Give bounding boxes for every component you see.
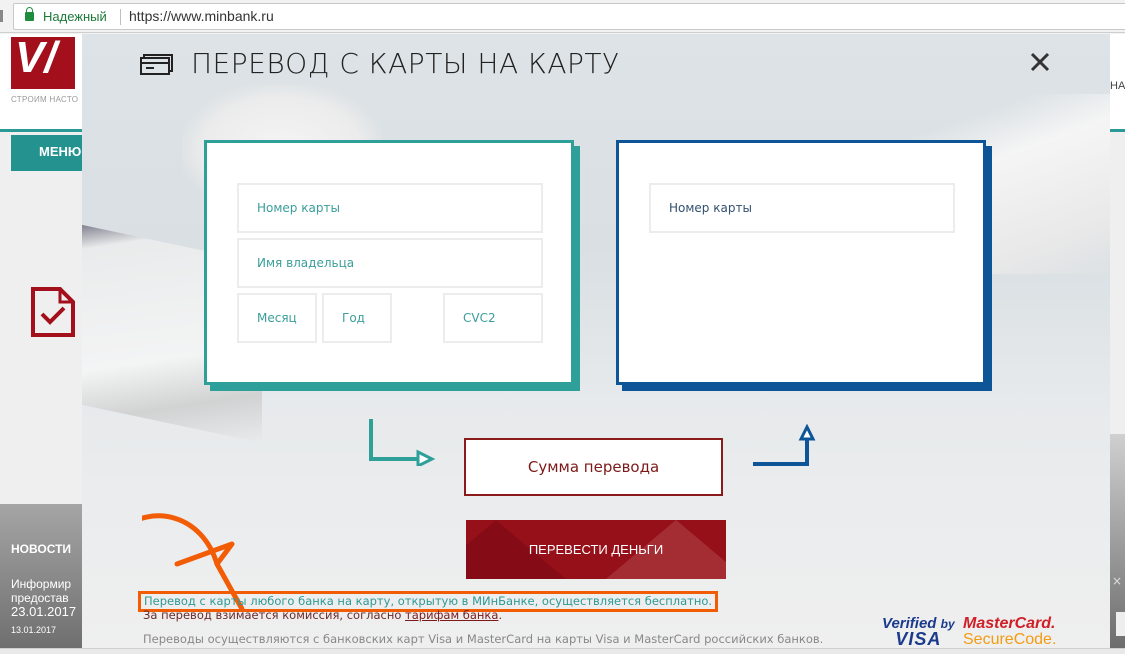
transfer-amount-input[interactable]: Сумма перевода (464, 438, 723, 496)
side-button[interactable] (1116, 612, 1125, 636)
recipient-card-panel: Номер карты (616, 140, 986, 385)
site-tagline: СТРОИМ НАСТО (11, 95, 79, 104)
card-transfer-modal: ПЕРЕВОД С КАРТЫ НА КАРТУ Номер карты Имя… (82, 34, 1110, 648)
recipient-card-number-input[interactable]: Номер карты (649, 183, 955, 233)
tariffs-link[interactable]: тарифам банка (405, 608, 498, 622)
expiry-year-input[interactable]: Год (322, 293, 392, 343)
button-label: ПЕРЕВЕСТИ ДЕНЬГИ (528, 542, 664, 557)
expiry-month-input[interactable]: Месяц (237, 293, 317, 343)
page-bottom-edge (0, 648, 1125, 654)
news-item-text[interactable]: Информир предостав 23.01.2017 (11, 577, 91, 619)
placeholder: Номер карты (257, 201, 340, 215)
browser-menu-edge (0, 10, 3, 22)
logo-mark: V/Л (15, 33, 57, 132)
card-icon (140, 54, 173, 75)
placeholder: Имя владельца (257, 256, 355, 270)
placeholder: Номер карты (669, 201, 752, 215)
header-right-text: НА (1110, 80, 1125, 92)
news-line: 23.01.2017 (11, 604, 77, 619)
vbv-by: by (940, 617, 955, 631)
fee-note-end: . (498, 608, 503, 622)
transfer-money-button[interactable]: ПЕРЕВЕСТИ ДЕНЬГИ (466, 520, 726, 579)
teal-flow-arrow-icon (369, 419, 436, 466)
cvc2-input[interactable]: CVC2 (443, 293, 543, 343)
lock-icon (25, 7, 34, 21)
document-check-icon (31, 287, 75, 337)
url-text[interactable]: https://www.minbank.ru (129, 8, 274, 24)
verified-by-visa-logo: Verified by VISA (882, 616, 955, 648)
news-line: Информир (11, 577, 72, 591)
url-omnibox[interactable]: Надежный https://www.minbank.ru (13, 3, 1125, 30)
news-date: 13.01.2017 (11, 625, 57, 635)
fee-note: За перевод взимается комиссия, согласно … (143, 608, 502, 622)
supported-cards-note: Переводы осуществляются с банковских кар… (143, 632, 824, 646)
sender-card-panel: Номер карты Имя владельца Месяц Год CVC2 (204, 140, 574, 385)
vbv-visa: VISA (895, 629, 942, 648)
placeholder: Год (342, 311, 365, 325)
placeholder: Месяц (257, 311, 297, 325)
blue-flow-arrow-icon (753, 424, 816, 466)
securecode-text: SecureCode. (963, 631, 1057, 648)
security-label: Надежный (43, 9, 107, 24)
bank-logo[interactable]: V/Л (11, 33, 75, 132)
fee-note-text: За перевод взимается комиссия, согласно (143, 608, 406, 622)
news-line: предостав (11, 591, 69, 605)
omnibox-separator (120, 9, 121, 25)
side-close-icon[interactable]: × (1112, 574, 1122, 588)
browser-address-bar: Надежный https://www.minbank.ru (0, 0, 1125, 33)
mastercard-securecode-logo: MasterCard. SecureCode. (963, 616, 1056, 648)
sender-card-number-input[interactable]: Номер карты (237, 183, 543, 233)
modal-title: ПЕРЕВОД С КАРТЫ НА КАРТУ (191, 47, 620, 80)
news-title[interactable]: НОВОСТИ (11, 542, 71, 556)
mc-text: MasterCard. (963, 615, 1056, 632)
placeholder: CVC2 (463, 311, 496, 325)
close-icon[interactable] (1028, 50, 1052, 74)
placeholder: Сумма перевода (527, 458, 660, 476)
cardholder-name-input[interactable]: Имя владельца (237, 238, 543, 288)
